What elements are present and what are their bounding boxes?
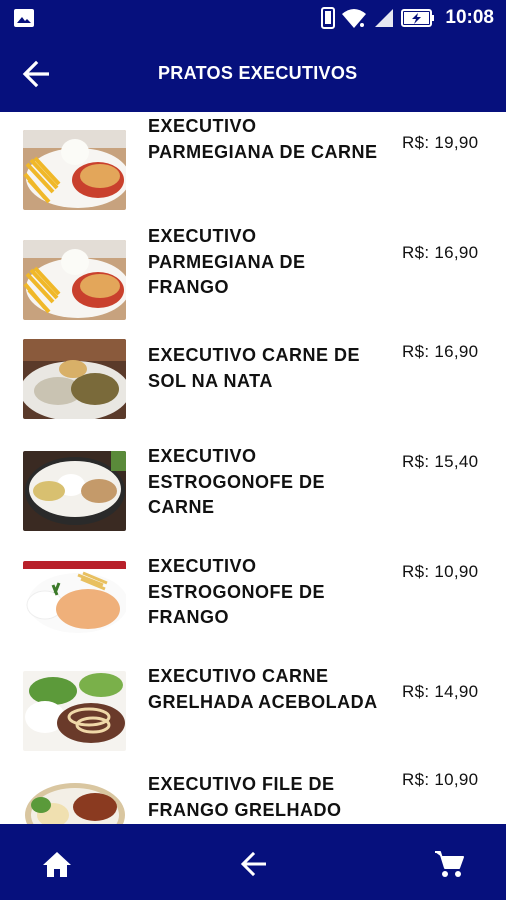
battery-charging-icon [401, 9, 435, 27]
dish-name: EXECUTIVO PARMEGIANA DE CARNE [148, 116, 378, 162]
phone-vibrate-icon [321, 7, 336, 29]
list-item[interactable]: EXECUTIVO CARNE DE SOL NA NATA R$: 16,90 [0, 332, 506, 442]
list-item[interactable]: EXECUTIVO ESTROGONOFE DE FRANGO R$: 10,9… [0, 552, 506, 662]
dish-thumbnail [23, 339, 126, 419]
app-bar: PRATOS EXECUTIVOS [0, 36, 506, 112]
dish-price: R$: 10,90 [402, 562, 479, 581]
dish-name: EXECUTIVO FILE DE FRANGO GRELHADO [148, 774, 342, 820]
status-time: 10:08 [445, 7, 494, 28]
dish-price: R$: 16,90 [402, 342, 479, 361]
dish-price: R$: 16,90 [402, 243, 479, 262]
dish-thumbnail [23, 130, 126, 210]
wifi-icon [342, 9, 367, 28]
dish-thumbnail [23, 451, 126, 531]
dish-thumbnail [23, 671, 126, 751]
status-bar: 10:08 [0, 0, 506, 36]
dish-name: EXECUTIVO CARNE DE SOL NA NATA [148, 345, 361, 391]
dish-name: EXECUTIVO ESTROGONOFE DE CARNE [148, 446, 326, 517]
dish-thumbnail [23, 240, 126, 320]
dish-name: EXECUTIVO PARMEGIANA DE FRANGO [148, 226, 306, 297]
dish-name: EXECUTIVO CARNE GRELHADA ACEBOLADA [148, 666, 378, 712]
dish-price: R$: 14,90 [402, 682, 479, 701]
dish-thumbnail [23, 775, 126, 824]
list-item[interactable]: EXECUTIVO FILE DE FRANGO GRELHADO R$: 10… [0, 770, 506, 824]
cell-signal-icon [375, 9, 394, 27]
list-item[interactable]: EXECUTIVO PARMEGIANA DE FRANGO R$: 16,90 [0, 222, 506, 332]
arrow-back-icon[interactable] [238, 848, 270, 880]
list-item[interactable]: EXECUTIVO CARNE GRELHADA ACEBOLADA R$: 1… [0, 662, 506, 772]
dish-name: EXECUTIVO ESTROGONOFE DE FRANGO [148, 556, 326, 627]
home-icon[interactable] [41, 848, 73, 880]
list-item[interactable]: EXECUTIVO ESTROGONOFE DE CARNE R$: 15,40 [0, 442, 506, 552]
dish-price: R$: 15,40 [402, 452, 479, 471]
dish-price: R$: 10,90 [402, 770, 479, 789]
page-title: PRATOS EXECUTIVOS [158, 63, 358, 83]
image-notification-icon [14, 9, 34, 27]
back-arrow-icon[interactable] [22, 60, 52, 88]
dish-price: R$: 19,90 [402, 133, 479, 152]
bottom-nav [0, 824, 506, 900]
list-item[interactable]: EXECUTIVO PARMEGIANA DE CARNE R$: 19,90 [0, 112, 506, 222]
dish-thumbnail [23, 561, 126, 641]
shopping-cart-icon[interactable] [433, 848, 465, 880]
dish-list[interactable]: EXECUTIVO PARMEGIANA DE CARNE R$: 19,90 … [0, 112, 506, 824]
